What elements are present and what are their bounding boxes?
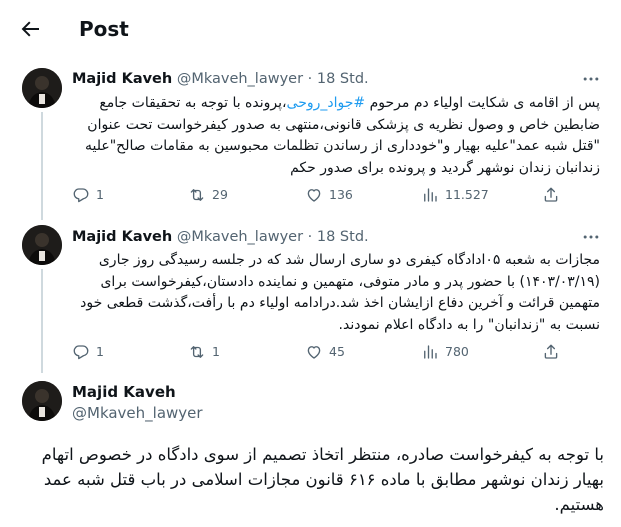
author-name[interactable]: Majid Kaveh <box>72 229 172 245</box>
top-bar: Post <box>0 0 621 58</box>
author-name[interactable]: Majid Kaveh <box>72 382 176 402</box>
tweet-2-header: Majid Kaveh @Mkaveh_lawyer · 18 Std. <box>72 227 369 247</box>
hashtag-link[interactable]: #جواد_روحی <box>287 95 366 111</box>
reply-count: 1 <box>96 344 104 359</box>
views-button[interactable]: 11.527 <box>421 185 489 205</box>
reply-button[interactable]: 1 <box>72 185 104 205</box>
timestamp[interactable]: 18 Std. <box>317 229 369 245</box>
tweet-1-text: پس از اقامه ی شکایت اولیاء دم مرحوم #جوا… <box>72 93 600 179</box>
retweet-button[interactable]: 29 <box>188 185 228 205</box>
avatar[interactable] <box>22 225 62 265</box>
thread-line <box>41 269 43 373</box>
tweet-2-text: مجازات به شعبه ۰۵ادادگاه کیفری دو ساری ا… <box>80 252 600 333</box>
avatar[interactable] <box>22 381 62 421</box>
avatar-photo <box>22 225 62 265</box>
avatar-photo <box>22 381 62 421</box>
tweet-text-part: پس از اقامه ی شکایت اولیاء دم مرحوم <box>365 95 600 111</box>
heart-icon <box>307 346 321 359</box>
share-icon[interactable] <box>542 186 560 204</box>
author-handle[interactable]: @Mkaveh_lawyer <box>72 403 203 423</box>
page-title: Post <box>79 17 129 41</box>
reply-icon <box>73 345 89 360</box>
share-icon[interactable] <box>542 343 560 361</box>
retweet-icon <box>190 189 204 201</box>
reply-button[interactable]: 1 <box>72 342 104 362</box>
like-button[interactable]: 45 <box>305 342 345 362</box>
separator-dot: · <box>307 229 313 245</box>
more-dots-icon[interactable] <box>581 227 601 247</box>
like-count: 45 <box>329 344 345 359</box>
views-count: 780 <box>445 344 469 359</box>
views-count: 11.527 <box>445 187 489 202</box>
retweet-icon <box>190 346 204 358</box>
like-button[interactable]: 136 <box>305 185 353 205</box>
views-chart-icon <box>424 188 437 202</box>
author-name[interactable]: Majid Kaveh <box>72 71 172 87</box>
tweet-1-header: Majid Kaveh @Mkaveh_lawyer · 18 Std. <box>72 69 369 89</box>
retweet-count: 1 <box>212 344 220 359</box>
reply-count: 1 <box>96 187 104 202</box>
like-count: 136 <box>329 187 353 202</box>
author-handle[interactable]: @Mkaveh_lawyer <box>177 229 303 245</box>
more-dots-icon[interactable] <box>581 69 601 89</box>
author-handle[interactable]: @Mkaveh_lawyer <box>177 71 303 87</box>
retweet-button[interactable]: 1 <box>188 342 220 362</box>
reply-icon <box>73 188 89 203</box>
timestamp[interactable]: 18 Std. <box>317 71 369 87</box>
views-button[interactable]: 780 <box>421 342 469 362</box>
back-arrow-icon[interactable] <box>18 17 42 41</box>
separator-dot: · <box>307 71 313 87</box>
main-tweet-text: با توجه به کیفرخواست صادره، منتظر اتخاذ … <box>41 445 604 514</box>
thread-line <box>41 112 43 220</box>
heart-icon <box>307 189 321 202</box>
avatar-photo <box>22 68 62 108</box>
retweet-count: 29 <box>212 187 228 202</box>
views-chart-icon <box>424 345 437 359</box>
avatar[interactable] <box>22 68 62 108</box>
